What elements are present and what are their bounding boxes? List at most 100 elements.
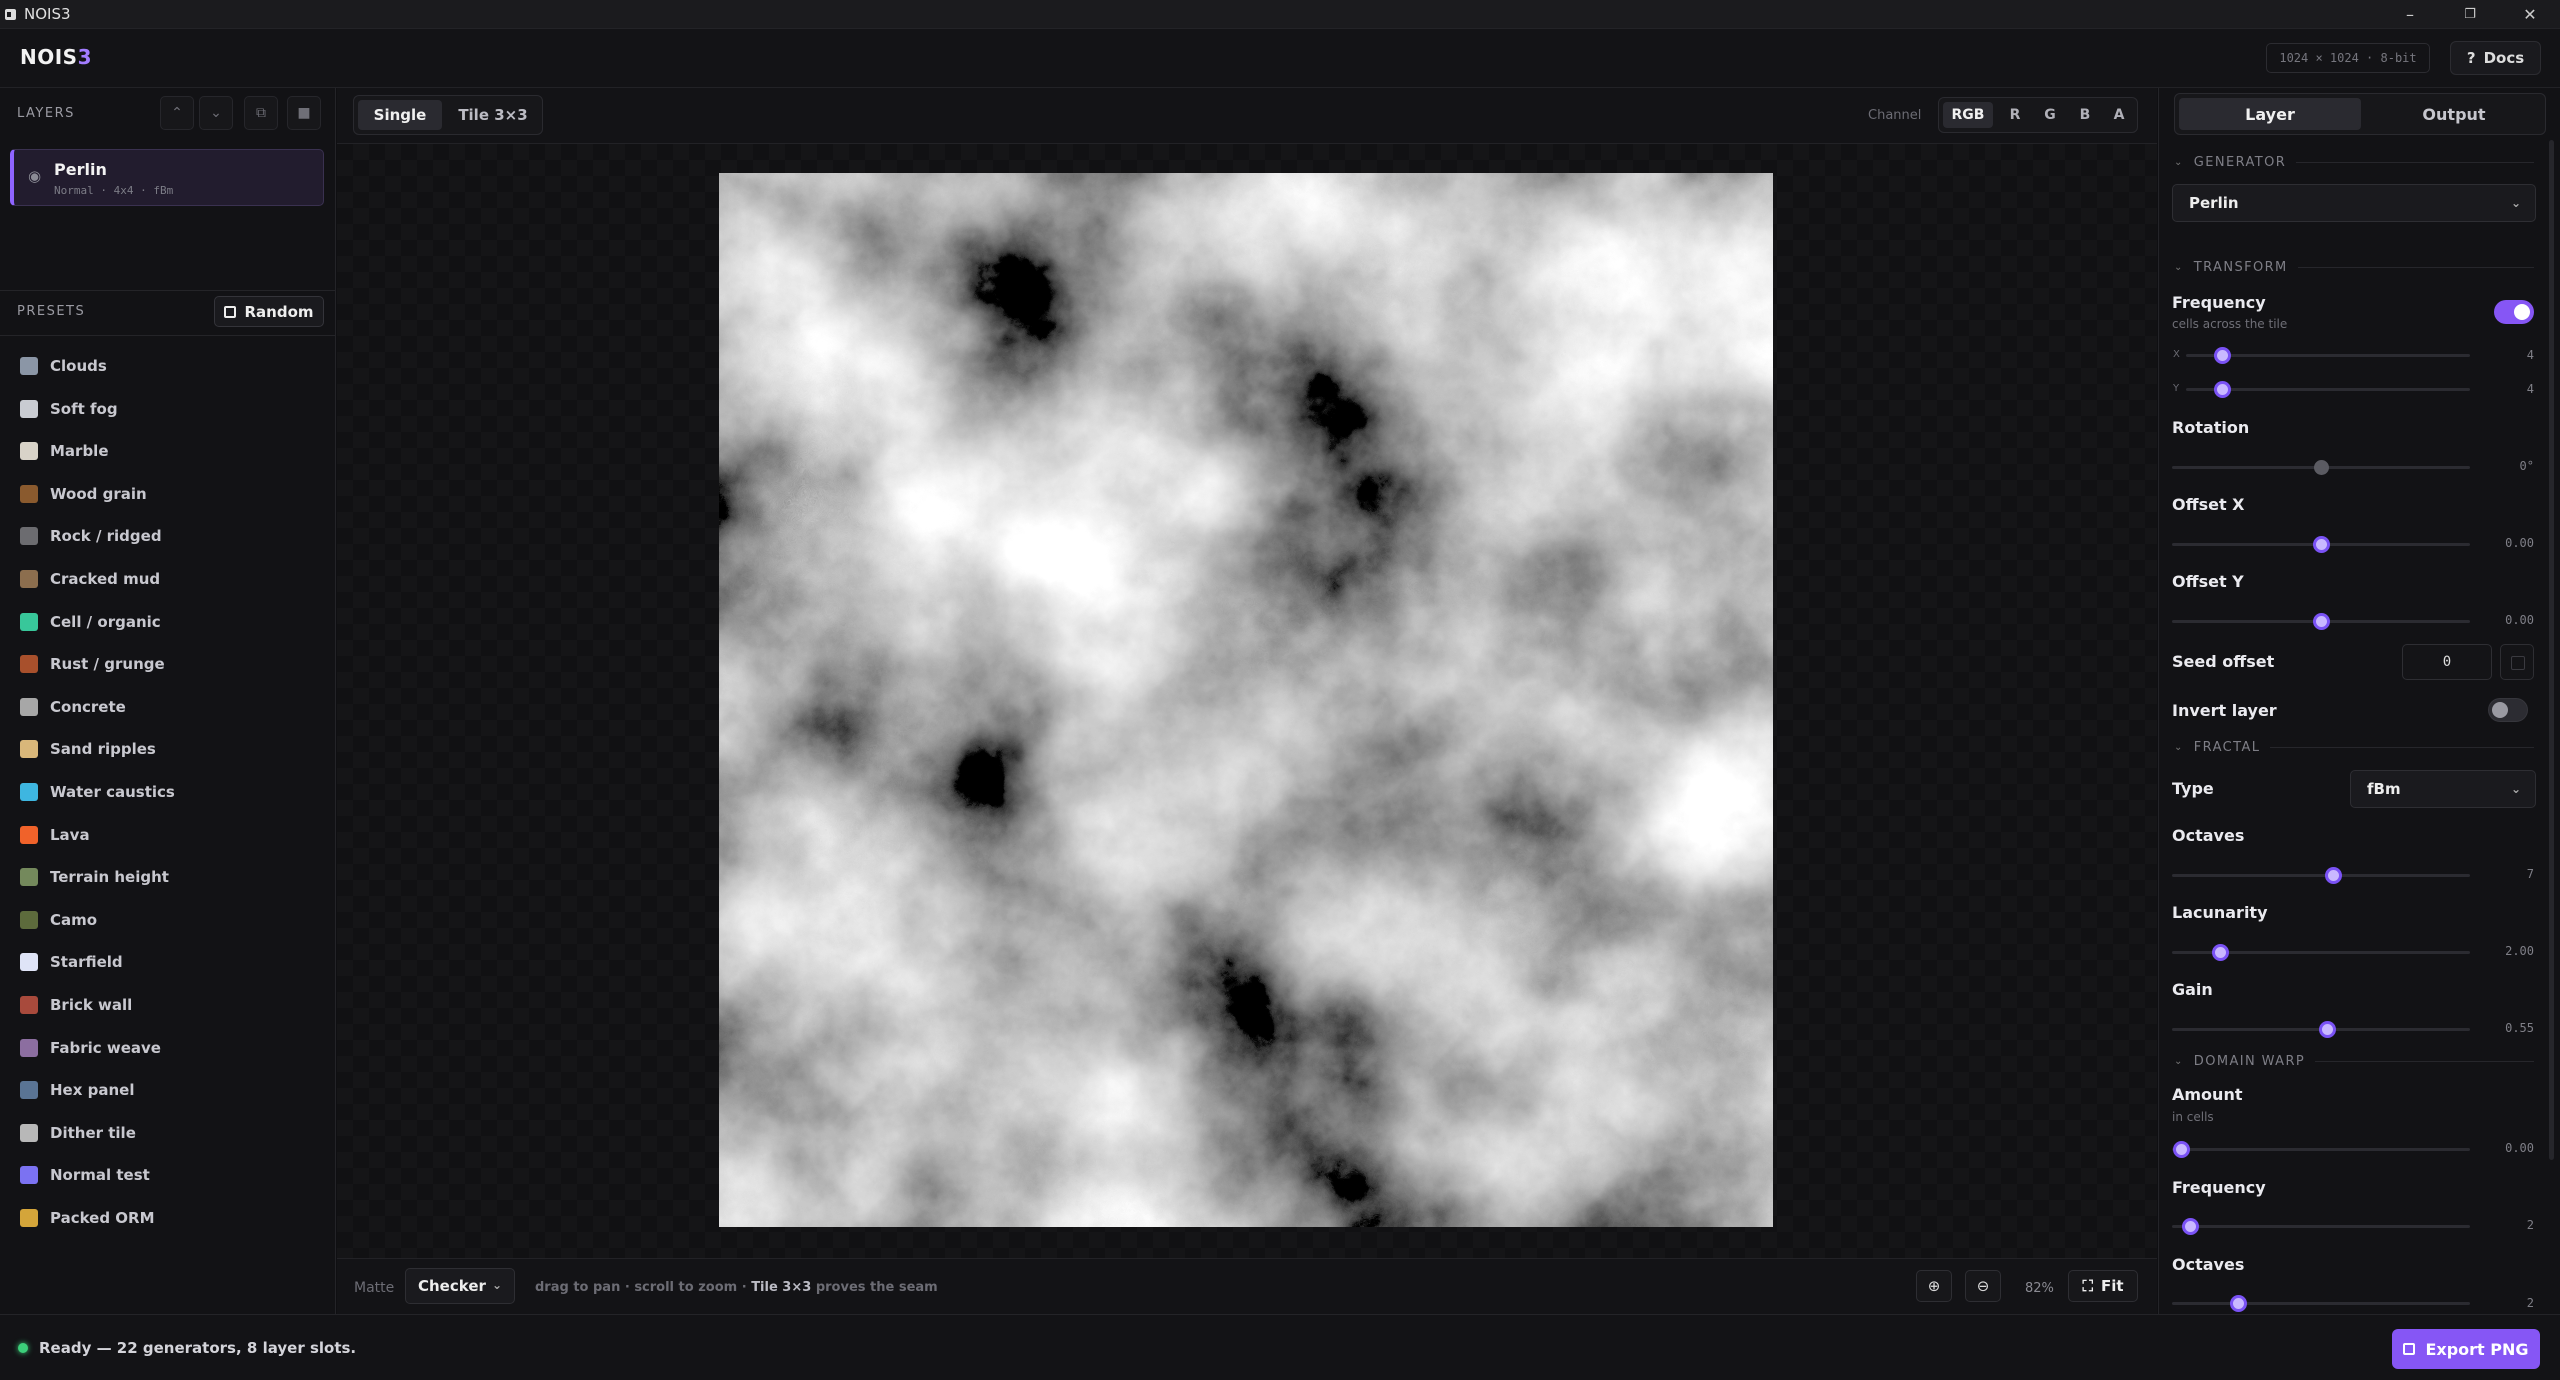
preset-item[interactable]: Cell / organic [20, 607, 161, 637]
axis-y-label: Y [2173, 383, 2180, 394]
tab-output[interactable]: Output [2363, 98, 2545, 130]
preset-item[interactable]: Fabric weave [20, 1033, 161, 1063]
preset-item[interactable]: Terrain height [20, 862, 169, 892]
matte-select[interactable]: Checker ⌄ [405, 1268, 515, 1304]
preset-label: Packed ORM [50, 1209, 155, 1227]
random-label: Random [244, 302, 314, 321]
zoom-out-button[interactable]: ⊖ [1965, 1270, 2001, 1302]
preset-item[interactable]: Starfield [20, 947, 123, 977]
channel-b[interactable]: B [2067, 102, 2103, 128]
octaves-label: Octaves [2172, 826, 2245, 845]
slider-thumb[interactable] [2324, 867, 2342, 884]
preset-item[interactable]: Marble [20, 436, 109, 466]
preset-item[interactable]: Water caustics [20, 777, 175, 807]
preset-item[interactable]: Rust / grunge [20, 649, 165, 679]
preset-item[interactable]: Wood grain [20, 479, 147, 509]
view-mode-toggle: Single Tile 3×3 [353, 95, 543, 135]
frequency-x-slider[interactable] [2186, 347, 2470, 364]
octaves-value: 7 [2526, 867, 2534, 881]
preset-item[interactable]: Brick wall [20, 990, 132, 1020]
slider-thumb[interactable] [2318, 1021, 2336, 1038]
preset-item[interactable]: Rock / ridged [20, 521, 162, 551]
fractal-section-header[interactable]: ⌄ FRACTAL [2174, 740, 2534, 755]
tab-tile-3x3[interactable]: Tile 3×3 [446, 100, 540, 130]
channel-g[interactable]: G [2032, 102, 2068, 128]
offset-x-slider[interactable] [2172, 536, 2470, 553]
preset-item[interactable]: Lava [20, 820, 90, 850]
randomize-seed-button[interactable] [2500, 644, 2534, 680]
invert-layer-toggle[interactable] [2488, 698, 2528, 722]
preset-item[interactable]: Sand ripples [20, 734, 156, 764]
app-logo: NOIS3 [20, 45, 93, 69]
channel-rgb[interactable]: RGB [1943, 102, 1993, 128]
docs-button[interactable]: ? Docs [2450, 41, 2541, 75]
slider-thumb[interactable] [2211, 944, 2229, 961]
warp-octaves-slider[interactable] [2172, 1295, 2470, 1312]
slider-thumb[interactable] [2181, 1218, 2199, 1235]
octaves-slider[interactable] [2172, 867, 2470, 884]
export-png-button[interactable]: Export PNG [2392, 1329, 2540, 1369]
slider-thumb[interactable] [2172, 1141, 2190, 1158]
preset-swatch [20, 442, 38, 461]
preset-item[interactable]: Normal test [20, 1160, 150, 1190]
delete-layer-button[interactable]: ■ [287, 96, 321, 130]
offset-x-label: Offset X [2172, 495, 2245, 514]
transform-section-header[interactable]: ⌄ TRANSFORM [2174, 260, 2534, 275]
warp-frequency-slider[interactable] [2172, 1218, 2470, 1235]
random-preset-button[interactable]: Random [214, 296, 324, 327]
preset-item[interactable]: Cracked mud [20, 564, 160, 594]
slider-thumb[interactable] [2213, 347, 2231, 364]
slider-thumb[interactable] [2313, 613, 2330, 630]
slider-thumb[interactable] [2229, 1295, 2247, 1312]
preset-item[interactable]: Dither tile [20, 1118, 136, 1148]
preset-item[interactable]: Soft fog [20, 394, 118, 424]
fractal-type-select[interactable]: fBm ⌄ [2350, 770, 2536, 808]
preset-swatch [20, 697, 38, 716]
minimize-button[interactable]: – [2380, 0, 2440, 29]
move-layer-down-button[interactable]: ⌄ [199, 96, 233, 130]
noise-preview[interactable] [719, 173, 1773, 1227]
slider-thumb[interactable] [2314, 460, 2329, 475]
preset-item[interactable]: Packed ORM [20, 1203, 155, 1233]
domain-warp-section-header[interactable]: ⌄ DOMAIN WARP [2174, 1054, 2534, 1069]
move-layer-up-button[interactable]: ⌃ [160, 96, 194, 130]
preset-item[interactable]: Camo [20, 905, 97, 935]
generator-section-header[interactable]: ⌄ GENERATOR [2174, 155, 2534, 170]
preset-label: Clouds [50, 357, 107, 375]
slider-thumb[interactable] [2313, 536, 2330, 553]
preset-item[interactable]: Clouds [20, 351, 107, 381]
slider-thumb[interactable] [2213, 381, 2231, 398]
inspector-scrollbar[interactable] [2549, 140, 2554, 1160]
preset-label: Fabric weave [50, 1038, 161, 1057]
channel-r[interactable]: R [1997, 102, 2033, 128]
duplicate-layer-button[interactable]: ⧉ [244, 96, 278, 130]
close-button[interactable]: ✕ [2500, 0, 2560, 29]
layer-item-perlin[interactable]: ◉ Perlin Normal · 4x4 · fBm [10, 149, 324, 206]
frequency-y-slider[interactable] [2186, 381, 2470, 398]
help-icon: ? [2466, 49, 2476, 67]
zoom-in-button[interactable]: ⊕ [1916, 1270, 1952, 1302]
preset-item[interactable]: Concrete [20, 692, 126, 722]
restore-button[interactable]: ❐ [2440, 0, 2500, 29]
seed-offset-input[interactable]: 0 [2402, 644, 2492, 680]
gain-slider[interactable] [2172, 1021, 2470, 1038]
rotation-slider[interactable] [2172, 460, 2470, 475]
preset-item[interactable]: Hex panel [20, 1075, 134, 1105]
eye-icon[interactable]: ◉ [28, 167, 41, 185]
status-text: Ready — 22 generators, 8 layer slots. [39, 1339, 357, 1357]
offset-y-slider[interactable] [2172, 613, 2470, 630]
generator-select[interactable]: Perlin ⌄ [2172, 184, 2536, 222]
fit-button[interactable]: ⛶ Fit [2068, 1270, 2138, 1302]
channel-a[interactable]: A [2101, 102, 2137, 128]
zoom-level: 82% [2025, 1281, 2054, 1296]
tab-layer[interactable]: Layer [2179, 98, 2361, 130]
warp-amount-slider[interactable] [2172, 1141, 2470, 1158]
preset-label: Cracked mud [50, 570, 161, 588]
preset-swatch [20, 1081, 38, 1100]
preset-label: Marble [50, 442, 109, 461]
preset-swatch [20, 1123, 38, 1142]
tab-single[interactable]: Single [358, 100, 442, 130]
save-icon [2403, 1343, 2416, 1355]
frequency-link-toggle[interactable] [2494, 300, 2534, 324]
lacunarity-slider[interactable] [2172, 944, 2470, 961]
